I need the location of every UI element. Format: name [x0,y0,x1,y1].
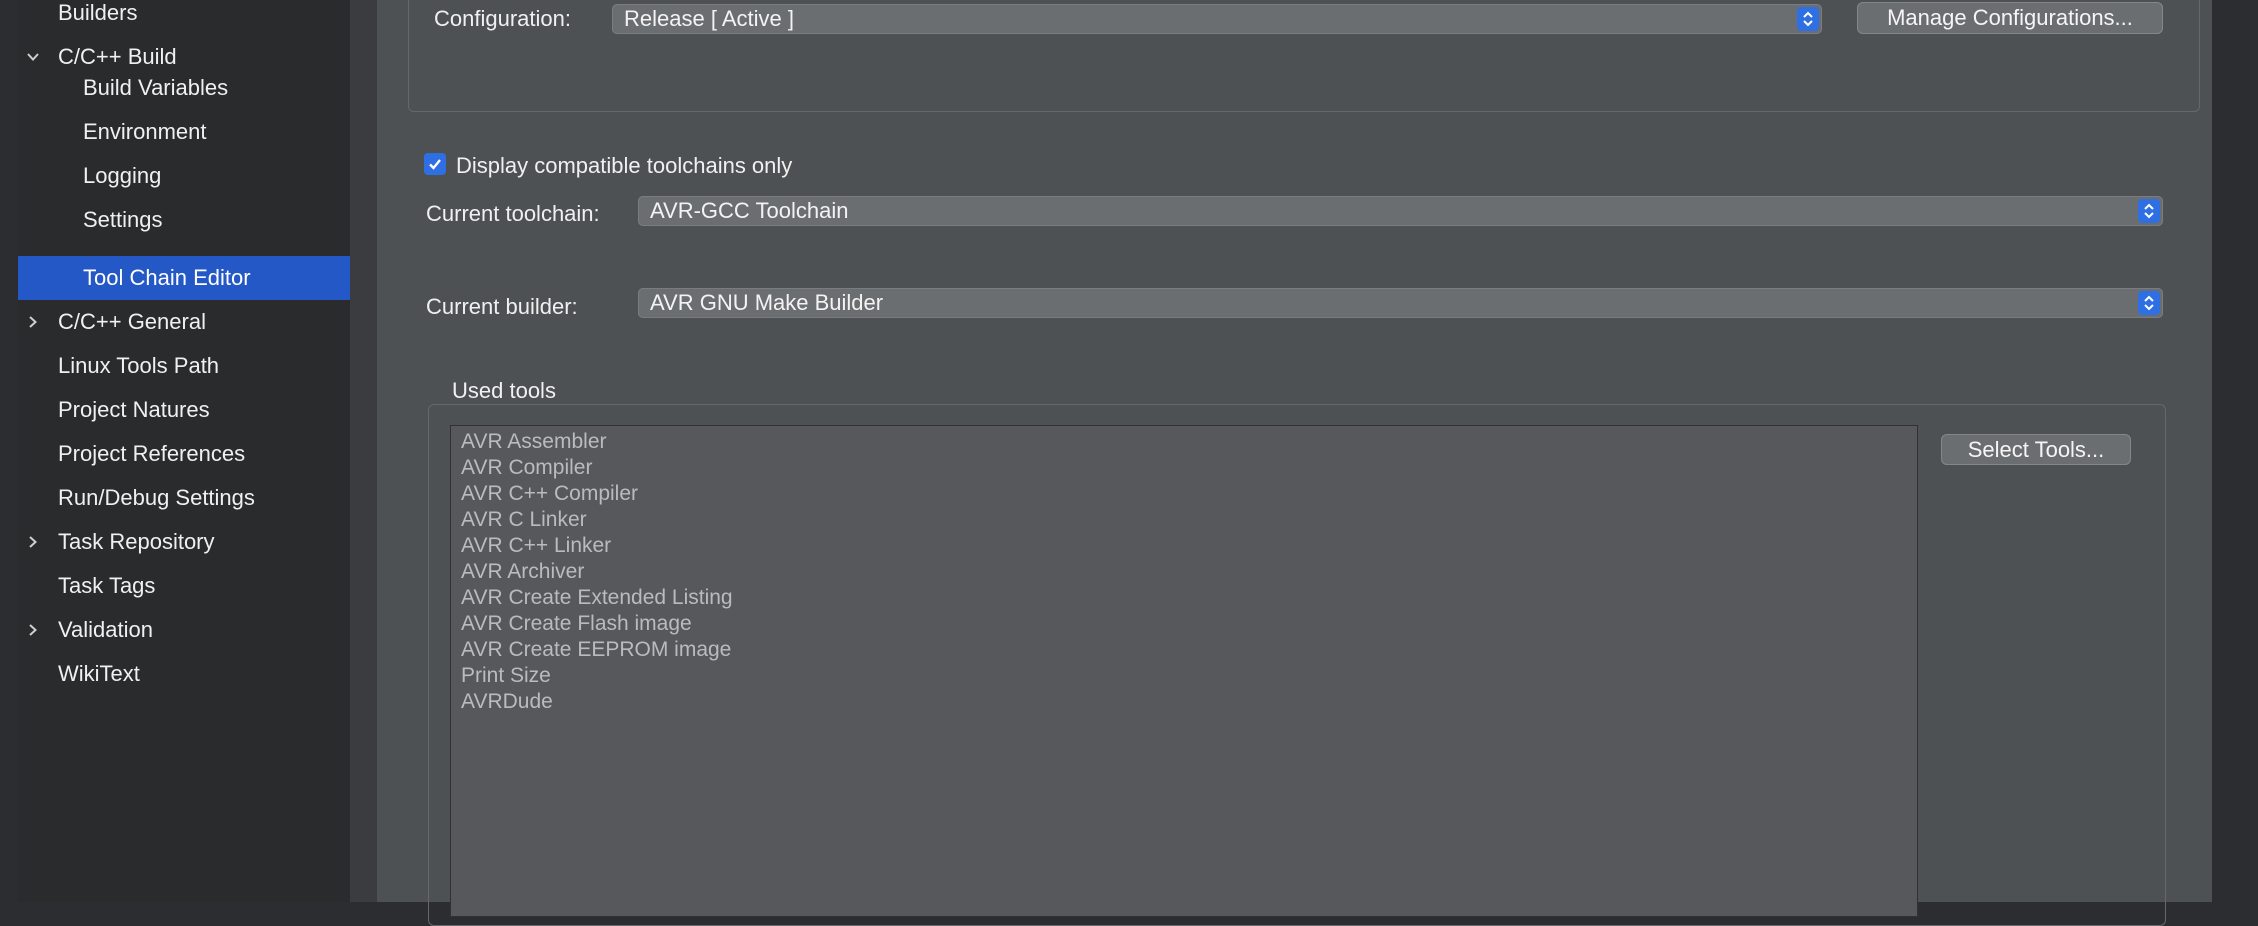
list-item[interactable]: AVR Archiver [461,559,584,585]
select-arrows-icon [1797,7,1819,31]
sidebar-item-label: Tool Chain Editor [83,265,251,290]
checkmark-icon [429,159,441,170]
sidebar-item-label: Builders [58,0,138,25]
sidebar-item-label: Settings [83,207,163,232]
list-item[interactable]: AVRDude [461,689,553,715]
sidebar-item-project-references[interactable]: Project References [18,432,350,476]
sidebar-item-label: Validation [58,617,153,642]
current-toolchain-label: Current toolchain: [426,201,600,226]
list-item[interactable]: AVR C Linker [461,507,587,533]
sidebar-item-label: C/C++ General [58,309,206,334]
sidebar-item-validation[interactable]: Validation [18,608,350,652]
current-toolchain-select[interactable]: AVR-GCC Toolchain [638,196,2163,226]
current-builder-value: AVR GNU Make Builder [650,290,884,315]
sidebar-item-label: Environment [83,119,207,144]
configuration-label: Configuration: [434,6,571,31]
used-tools-list[interactable]: AVR Assembler AVR Compiler AVR C++ Compi… [450,425,1918,917]
compatible-toolchains-checkbox[interactable] [424,153,446,175]
select-arrows-icon [2138,199,2160,223]
window-edge [2212,0,2258,902]
current-toolchain-value: AVR-GCC Toolchain [650,198,849,223]
current-builder-label: Current builder: [426,294,578,319]
sidebar-item-environment[interactable]: Environment [18,110,350,154]
chevron-right-icon[interactable] [22,608,44,652]
list-item[interactable]: AVR Compiler [461,455,592,481]
sidebar-item-label: Project Natures [58,397,210,422]
sidebar-item-label: Task Tags [58,573,156,598]
properties-sidebar: Builders C/C++ Build Build Variables Env… [18,0,350,902]
sidebar-item-cpp-general[interactable]: C/C++ General [18,300,350,344]
list-item[interactable]: AVR Create EEPROM image [461,637,731,663]
list-item[interactable]: AVR C++ Linker [461,533,611,559]
tool-chain-editor-panel: Configuration: Release [ Active ] Manage… [377,0,2212,926]
sidebar-item-label: Task Repository [58,529,215,554]
sidebar-item-label: Project References [58,441,246,466]
configuration-value: Release [ Active ] [624,6,794,31]
manage-configurations-button[interactable]: Manage Configurations... [1857,2,2163,34]
sidebar-item-label: Run/Debug Settings [58,485,255,510]
list-item[interactable]: AVR Create Flash image [461,611,692,637]
sidebar-item-task-tags[interactable]: Task Tags [18,564,350,608]
sidebar-item-builders[interactable]: Builders [18,0,350,35]
used-tools-title: Used tools [452,378,556,403]
sidebar-item-label: Logging [83,163,162,188]
compatible-toolchains-label[interactable]: Display compatible toolchains only [456,153,792,179]
list-item[interactable]: Print Size [461,663,551,689]
sidebar-item-logging[interactable]: Logging [18,154,350,198]
sidebar-item-tool-chain-editor[interactable]: Tool Chain Editor [18,256,350,300]
select-arrows-icon [2138,291,2160,315]
select-tools-button[interactable]: Select Tools... [1941,434,2131,465]
sidebar-item-label: Linux Tools Path [58,353,220,378]
sidebar-item-label: Build Variables [83,75,229,100]
sidebar-item-run-debug-settings[interactable]: Run/Debug Settings [18,476,350,520]
sidebar-item-project-natures[interactable]: Project Natures [18,388,350,432]
chevron-right-icon[interactable] [22,300,44,344]
sidebar-item-label: WikiText [58,661,140,686]
sidebar-item-settings[interactable]: Settings [18,198,350,242]
chevron-right-icon[interactable] [22,520,44,564]
list-item[interactable]: AVR Create Extended Listing [461,585,733,611]
list-item[interactable]: AVR Assembler [461,429,607,455]
configuration-select[interactable]: Release [ Active ] [612,4,1822,34]
sidebar-item-linux-tools-path[interactable]: Linux Tools Path [18,344,350,388]
list-item[interactable]: AVR C++ Compiler [461,481,638,507]
sidebar-item-build-variables[interactable]: Build Variables [18,66,350,110]
sash-divider[interactable] [350,0,377,902]
current-builder-select[interactable]: AVR GNU Make Builder [638,288,2163,318]
sidebar-item-wikitext[interactable]: WikiText [18,652,350,696]
sidebar-item-task-repository[interactable]: Task Repository [18,520,350,564]
